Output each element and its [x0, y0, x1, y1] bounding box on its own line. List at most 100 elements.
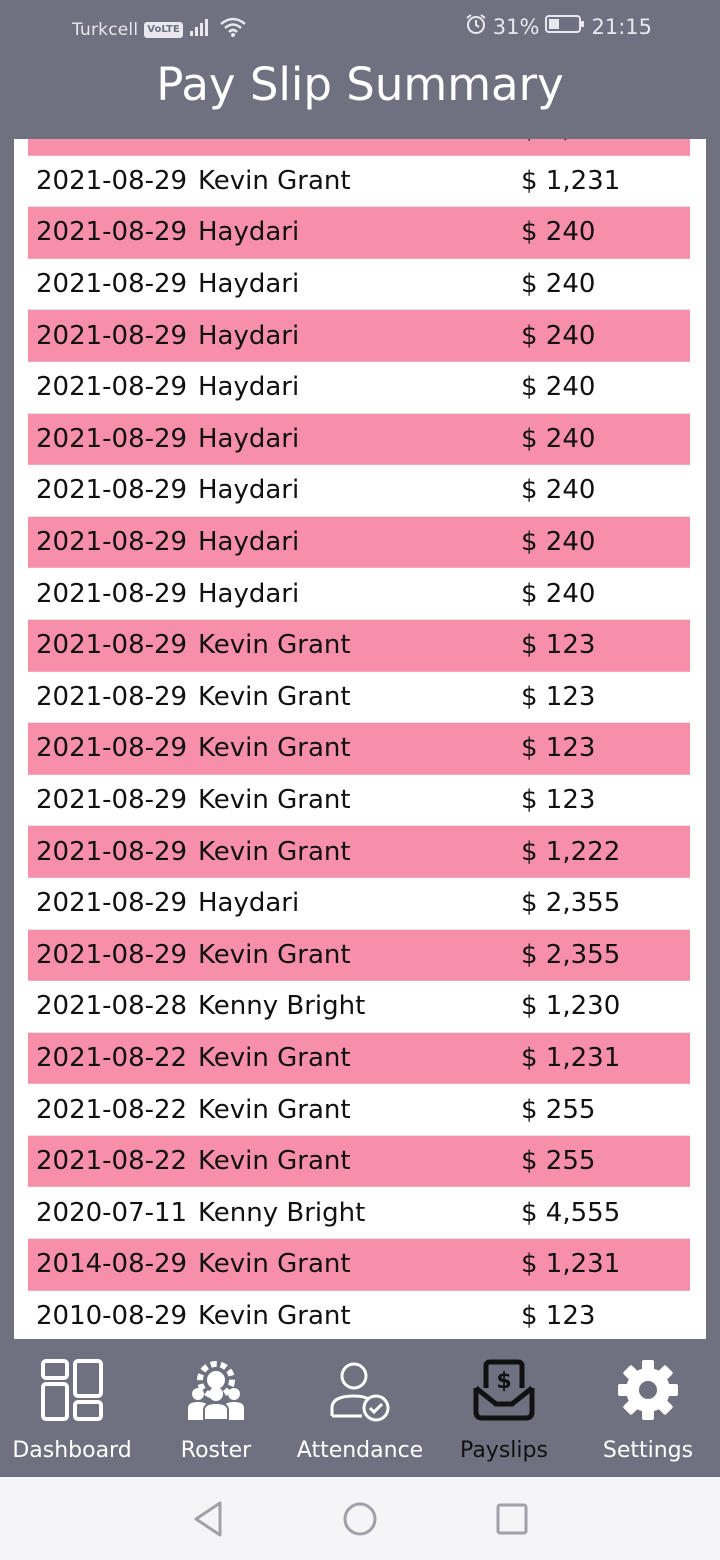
- nav-label-roster: Roster: [180, 1438, 252, 1463]
- payslip-date: 2021-08-29: [36, 888, 188, 919]
- nav-dashboard[interactable]: Dashboard: [0, 1340, 144, 1477]
- payslip-row[interactable]: 2021-08-29 Haydari $ 2,355: [28, 878, 690, 930]
- payslip-employee: Kevin Grant: [198, 1042, 351, 1073]
- payslip-amount: $ 240: [521, 527, 596, 558]
- payslip-amount: $ 1,231: [521, 1249, 621, 1280]
- payslip-list[interactable]: 2021-08-29Kevin Grant$ 1,2312021-08-29Ke…: [14, 139, 706, 1339]
- payslip-row[interactable]: 2020-07-11 Kenny Bright $ 4,555: [28, 1187, 690, 1240]
- payslip-employee: Haydari: [198, 578, 300, 609]
- battery-percent: 31%: [492, 14, 540, 39]
- payslip-amount: $ 240: [521, 217, 596, 248]
- system-home-button[interactable]: [284, 1477, 436, 1560]
- payslip-row[interactable]: 2021-08-29 Haydari $ 240: [28, 568, 690, 620]
- payslip-row[interactable]: 2021-08-22 Kevin Grant $ 1,231: [28, 1032, 690, 1085]
- nav-settings[interactable]: Settings: [576, 1340, 720, 1477]
- payslip-amount: $ 123: [521, 733, 596, 764]
- payslip-employee: Kevin Grant: [198, 1094, 351, 1125]
- nav-label-payslips: Payslips: [460, 1438, 548, 1463]
- payslip-amount: $ 123: [521, 1300, 596, 1331]
- payslip-row[interactable]: 2021-08-29 Haydari $ 240: [28, 310, 690, 362]
- payslip-employee: Haydari: [198, 888, 300, 919]
- volte-badge: VoLTE: [144, 21, 183, 38]
- payslip-employee: Haydari: [198, 217, 300, 248]
- payslip-row[interactable]: 2021-08-29 Haydari $ 240: [28, 516, 690, 569]
- payslip-row[interactable]: 2021-08-29 Kevin Grant $ 123: [28, 619, 690, 672]
- payslip-row[interactable]: 2021-08-29Kevin Grant$ 1,231: [28, 156, 690, 208]
- payslip-date: 2021-08-29: [36, 733, 188, 764]
- nav-label-settings: Settings: [602, 1438, 694, 1463]
- payslip-row[interactable]: 2021-08-22 Kevin Grant $ 255: [28, 1135, 690, 1188]
- payslip-amount: $ 1,222: [521, 836, 621, 867]
- payslip-date: 2021-08-29: [36, 630, 188, 661]
- payslip-amount: $ 123: [521, 630, 596, 661]
- payslip-row[interactable]: 2021-08-29Kevin Grant$ 1,231: [28, 139, 690, 156]
- wifi-icon: [219, 16, 247, 43]
- svg-text:$: $: [496, 1369, 511, 1394]
- dashboard-icon: [41, 1359, 103, 1421]
- payslip-employee: Kevin Grant: [198, 1249, 351, 1280]
- payslip-employee: Kenny Bright: [198, 1197, 366, 1228]
- payslip-date: 2021-08-29: [36, 836, 188, 867]
- payslip-amount: $ 1,231: [521, 1042, 621, 1073]
- team-gear-icon: [188, 1361, 244, 1421]
- payslip-row[interactable]: 2021-08-29 Haydari $ 240: [28, 465, 690, 517]
- payslip-employee: Haydari: [198, 475, 300, 506]
- payslip-employee: Kevin Grant: [198, 630, 351, 661]
- system-recents-button[interactable]: [436, 1477, 588, 1560]
- payslip-date: 2021-08-29: [36, 165, 188, 196]
- payslip-date: 2021-08-29: [36, 681, 188, 712]
- payslip-row[interactable]: 2021-08-28 Kenny Bright $ 1,230: [28, 981, 690, 1033]
- status-bar: Turkcell VoLTE 31% 21:15: [0, 0, 720, 56]
- payslip-amount: $ 240: [521, 372, 596, 403]
- payslip-amount: $ 240: [521, 320, 596, 351]
- payslip-date: 2021-08-29: [36, 372, 188, 403]
- system-nav-bar: [0, 1477, 720, 1560]
- payslip-row[interactable]: 2021-08-29 Haydari $ 240: [28, 207, 690, 259]
- payslip-amount: $ 4,555: [521, 1197, 621, 1228]
- payslip-row[interactable]: 2021-08-29 Haydari $ 240: [28, 413, 690, 466]
- payslip-amount: $ 240: [521, 423, 596, 454]
- payslip-date: 2020-07-11: [36, 1197, 188, 1228]
- bottom-nav: Dashboard Roster Attendance $ Payslips S…: [0, 1340, 720, 1477]
- signal-icon: [189, 17, 213, 42]
- system-back-button[interactable]: [132, 1477, 284, 1560]
- payslip-date: 2021-08-22: [36, 1146, 188, 1177]
- payslip-amount: $ 240: [521, 475, 596, 506]
- back-triangle-icon: [194, 1501, 222, 1537]
- payslip-date: 2021-08-29: [28, 139, 198, 144]
- payslip-row[interactable]: 2021-08-29 Kevin Grant $ 123: [28, 775, 690, 827]
- payslip-row[interactable]: 2021-08-29 Haydari $ 240: [28, 362, 690, 414]
- payslip-row[interactable]: 2014-08-29 Kevin Grant $ 1,231: [28, 1239, 690, 1291]
- payslip-amount: $ 2,355: [521, 939, 621, 970]
- nav-attendance[interactable]: Attendance: [288, 1340, 432, 1477]
- payslip-row[interactable]: 2021-08-29 Kevin Grant $ 1,222: [28, 826, 690, 878]
- payslip-employee: Haydari: [198, 269, 300, 300]
- payslip-amount: $ 2,355: [521, 888, 621, 919]
- payslip-date: 2021-08-22: [36, 1094, 188, 1125]
- nav-label-attendance: Attendance: [296, 1438, 424, 1463]
- payslip-row[interactable]: 2021-08-22 Kevin Grant $ 255: [28, 1084, 690, 1136]
- payslip-employee: Haydari: [198, 372, 300, 403]
- payslip-amount: $ 1,231: [521, 139, 690, 144]
- status-right: 31% 21:15: [465, 13, 652, 40]
- payslip-amount: $ 123: [521, 785, 596, 816]
- payslip-amount: $ 240: [521, 578, 596, 609]
- payslip-row[interactable]: 2021-08-29 Kevin Grant $ 2,355: [28, 929, 690, 982]
- payslip-date: 2021-08-29: [36, 475, 188, 506]
- nav-roster[interactable]: Roster: [144, 1340, 288, 1477]
- battery-icon: [545, 14, 585, 39]
- payslip-row[interactable]: 2021-08-29 Haydari $ 240: [28, 259, 690, 311]
- payslip-employee: Haydari: [198, 527, 300, 558]
- gear-icon: [618, 1360, 678, 1420]
- payslip-row[interactable]: 2021-08-29 Kevin Grant $ 123: [28, 723, 690, 775]
- user-check-icon: [330, 1362, 390, 1422]
- payslip-row[interactable]: 2021-08-29 Kevin Grant $ 123: [28, 672, 690, 724]
- payslip-row[interactable]: 2010-08-29 Kevin Grant $ 123: [28, 1291, 690, 1339]
- nav-payslips[interactable]: $ Payslips: [432, 1340, 576, 1477]
- page-title: Pay Slip Summary: [156, 58, 564, 111]
- carrier-name: Turkcell: [72, 19, 139, 40]
- payslip-date: 2021-08-29: [36, 423, 188, 454]
- payslip-date: 2014-08-29: [36, 1249, 188, 1280]
- payslip-date: 2021-08-29: [36, 269, 188, 300]
- payslip-date: 2021-08-29: [36, 578, 188, 609]
